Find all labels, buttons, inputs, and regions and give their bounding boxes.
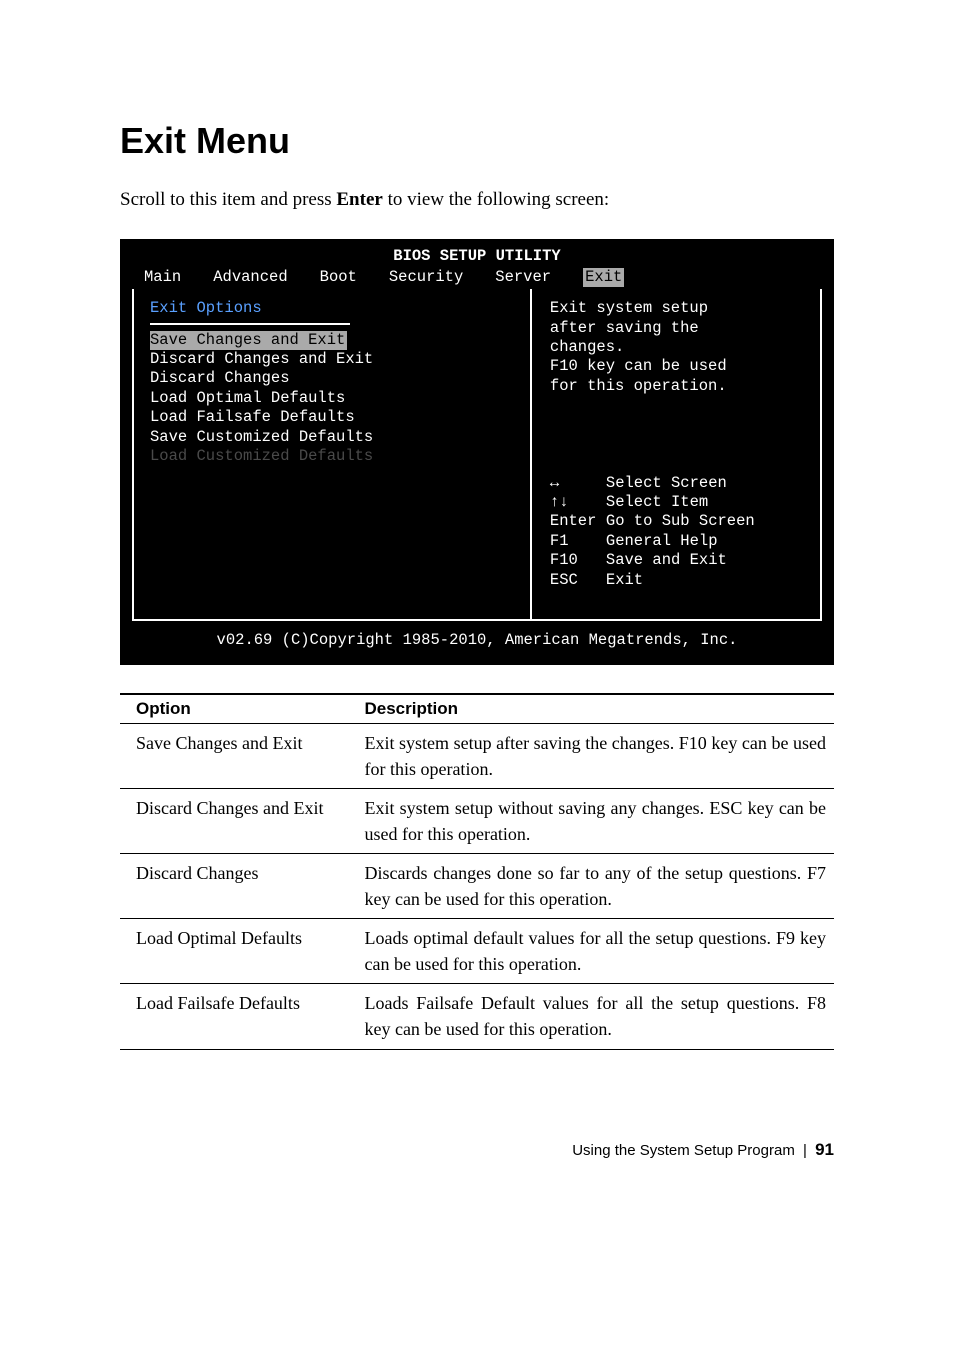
- bios-tab-main[interactable]: Main: [144, 268, 191, 287]
- bios-item-discard-changes-and-exit[interactable]: Discard Changes and Exit: [150, 350, 373, 368]
- page-number: 91: [815, 1140, 834, 1159]
- bios-item-load-optimal-defaults[interactable]: Load Optimal Defaults: [150, 389, 345, 407]
- table-cell-desc: Loads Failsafe Default values for all th…: [348, 984, 834, 1049]
- bios-nav-label: Select Screen: [606, 474, 727, 493]
- page-footer-text: Using the System Setup Program: [572, 1142, 795, 1159]
- bios-nav-legend: ↔ Select Screen ↑↓ Select Item Enter Go …: [550, 474, 806, 610]
- table-cell-option: Save Changes and Exit: [120, 723, 348, 788]
- bios-title: BIOS SETUP UTILITY: [126, 245, 828, 268]
- table-cell-desc: Exit system setup after saving the chang…: [348, 723, 834, 788]
- bios-nav-label: Select Item: [606, 493, 708, 512]
- intro-paragraph: Scroll to this item and press Enter to v…: [120, 186, 834, 215]
- bios-left-pane: Exit Options Save Changes and Exit Disca…: [134, 289, 532, 619]
- table-header-description: Description: [348, 694, 834, 724]
- bios-tab-boot[interactable]: Boot: [320, 268, 367, 287]
- table-cell-desc: Discards changes done so far to any of t…: [348, 854, 834, 919]
- bios-nav-key-arrows-lr-icon: ↔: [550, 474, 606, 493]
- bios-tab-exit[interactable]: Exit: [583, 268, 624, 287]
- table-row: Discard Changes Discards changes done so…: [120, 854, 834, 919]
- bios-nav-row: ESC Exit: [550, 571, 806, 590]
- intro-pre: Scroll to this item and press: [120, 189, 336, 210]
- bios-item-load-failsafe-defaults[interactable]: Load Failsafe Defaults: [150, 408, 355, 426]
- table-header-option: Option: [120, 694, 348, 724]
- bios-nav-label: Exit: [606, 571, 643, 590]
- bios-nav-row: Enter Go to Sub Screen: [550, 512, 806, 531]
- table-row: Load Optimal Defaults Loads optimal defa…: [120, 919, 834, 984]
- bios-nav-key-enter: Enter: [550, 512, 606, 531]
- bios-nav-row: F10 Save and Exit: [550, 551, 806, 570]
- bios-tab-server[interactable]: Server: [495, 268, 561, 287]
- bios-nav-key-esc: ESC: [550, 571, 606, 590]
- table-cell-desc: Exit system setup without saving any cha…: [348, 788, 834, 853]
- options-table: Option Description Save Changes and Exit…: [120, 693, 834, 1050]
- bios-nav-label: Go to Sub Screen: [606, 512, 755, 531]
- table-row: Discard Changes and Exit Exit system set…: [120, 788, 834, 853]
- bios-nav-key-arrows-ud-icon: ↑↓: [550, 493, 606, 512]
- bios-nav-row: ↔ Select Screen: [550, 474, 806, 493]
- bios-nav-row: ↑↓ Select Item: [550, 493, 806, 512]
- bios-tab-bar: Main Advanced Boot Security Server Exit: [126, 268, 828, 289]
- bios-help-line: F10 key can be used: [550, 357, 806, 376]
- table-cell-option: Load Optimal Defaults: [120, 919, 348, 984]
- bios-right-pane: Exit system setup after saving the chang…: [532, 289, 820, 619]
- bios-nav-key-f1: F1: [550, 532, 606, 551]
- table-cell-option: Discard Changes: [120, 854, 348, 919]
- table-cell-option: Load Failsafe Defaults: [120, 984, 348, 1049]
- intro-post: to view the following screen:: [383, 189, 609, 210]
- bios-pane-heading: Exit Options: [150, 299, 514, 318]
- bios-tab-security[interactable]: Security: [389, 268, 473, 287]
- page-footer-sep: |: [799, 1142, 811, 1159]
- bios-screenshot: BIOS SETUP UTILITY Main Advanced Boot Se…: [120, 239, 834, 665]
- bios-help-line: after saving the: [550, 319, 806, 338]
- bios-item-save-changes-and-exit[interactable]: Save Changes and Exit: [150, 331, 347, 350]
- table-row: Save Changes and Exit Exit system setup …: [120, 723, 834, 788]
- table-cell-desc: Loads optimal default values for all the…: [348, 919, 834, 984]
- page-footer: Using the System Setup Program | 91: [120, 1140, 834, 1160]
- bios-nav-label: General Help: [606, 532, 718, 551]
- bios-help-line: Exit system setup: [550, 299, 806, 318]
- bios-nav-label: Save and Exit: [606, 551, 727, 570]
- bios-pane-rule: [150, 323, 350, 325]
- bios-help-text: Exit system setup after saving the chang…: [550, 299, 806, 396]
- bios-help-line: changes.: [550, 338, 806, 357]
- bios-item-save-customized-defaults[interactable]: Save Customized Defaults: [150, 428, 373, 446]
- bios-item-discard-changes[interactable]: Discard Changes: [150, 369, 290, 387]
- bios-help-line: for this operation.: [550, 377, 806, 396]
- intro-key: Enter: [336, 189, 382, 210]
- bios-item-load-customized-defaults: Load Customized Defaults: [150, 447, 373, 465]
- table-cell-option: Discard Changes and Exit: [120, 788, 348, 853]
- table-row: Load Failsafe Defaults Loads Failsafe De…: [120, 984, 834, 1049]
- bios-nav-key-f10: F10: [550, 551, 606, 570]
- page-heading: Exit Menu: [120, 120, 834, 162]
- bios-nav-row: F1 General Help: [550, 532, 806, 551]
- bios-copyright: v02.69 (C)Copyright 1985-2010, American …: [126, 621, 828, 656]
- bios-tab-advanced[interactable]: Advanced: [213, 268, 297, 287]
